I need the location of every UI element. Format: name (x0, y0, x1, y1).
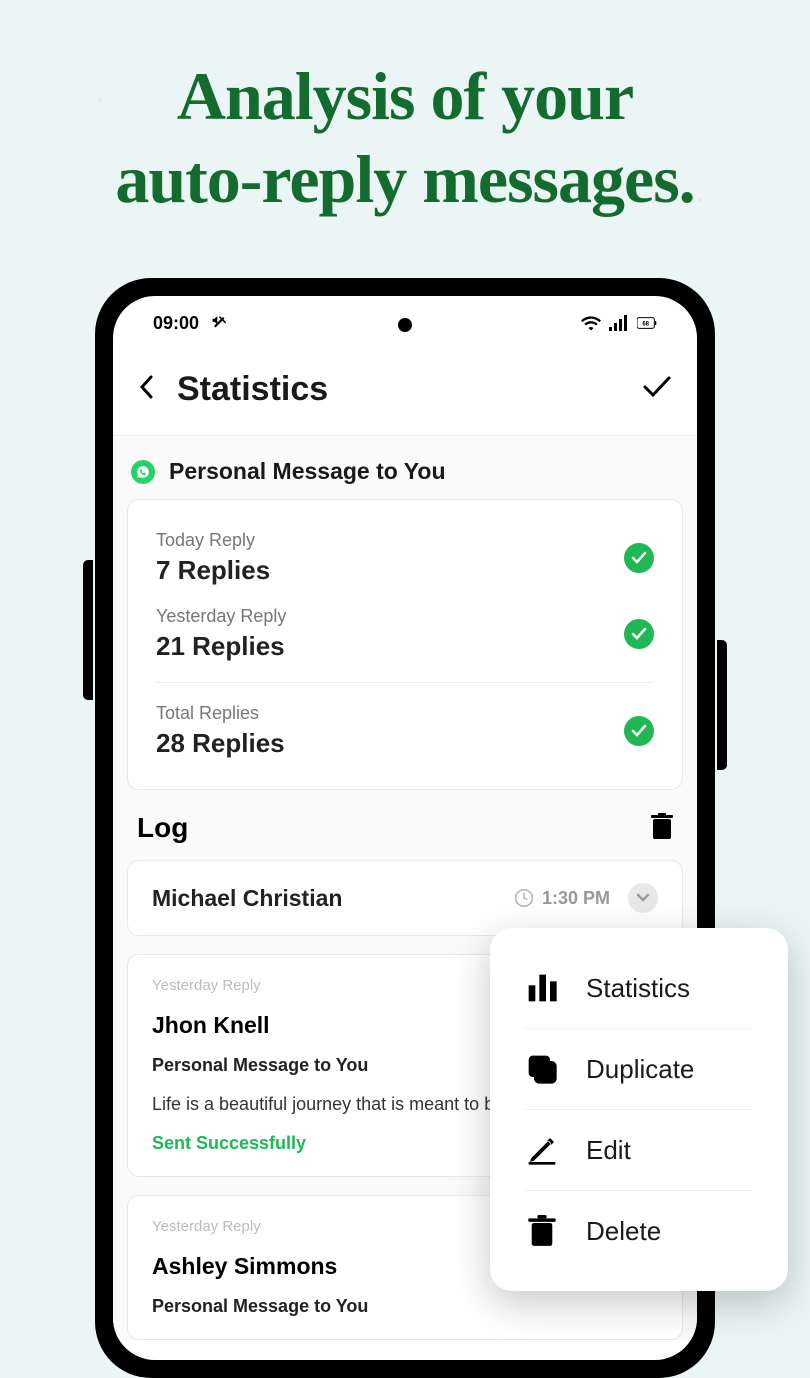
clear-log-button[interactable] (651, 813, 673, 844)
menu-item-edit[interactable]: Edit (526, 1109, 752, 1190)
edit-icon (526, 1134, 558, 1166)
check-icon (631, 724, 647, 738)
headline-line1: Analysis of your (177, 58, 633, 134)
menu-label: Statistics (586, 973, 690, 1004)
stats-card: Today Reply 7 Replies Yesterday Reply 21… (127, 499, 683, 790)
page-title: Statistics (177, 370, 328, 409)
stat-today-row: Today Reply 7 Replies (156, 520, 654, 596)
back-button[interactable] (139, 374, 153, 406)
context-menu: Statistics Duplicate Edit Delete (490, 928, 788, 1291)
signal-icon (609, 315, 629, 331)
log-item-time: 1:30 PM (514, 888, 610, 909)
check-badge (624, 543, 654, 573)
check-badge (624, 716, 654, 746)
stat-today-value: 7 Replies (156, 555, 270, 586)
menu-label: Edit (586, 1135, 631, 1166)
log-subject: Personal Message to You (152, 1296, 658, 1317)
promo-headline: Analysis of your auto-reply messages. (0, 55, 810, 221)
check-icon (631, 551, 647, 565)
log-item-collapsed[interactable]: Michael Christian 1:30 PM (127, 860, 683, 936)
phone-side-button-right (717, 640, 727, 770)
divider (156, 682, 654, 683)
clock-icon (514, 888, 534, 908)
check-icon (631, 627, 647, 641)
stat-total-label: Total Replies (156, 703, 285, 724)
confirm-button[interactable] (643, 376, 671, 403)
svg-text:68: 68 (642, 322, 649, 328)
stat-yesterday-row: Yesterday Reply 21 Replies (156, 596, 654, 672)
stat-today-label: Today Reply (156, 530, 270, 551)
log-item-name: Michael Christian (152, 885, 342, 912)
stat-yesterday-value: 21 Replies (156, 631, 286, 662)
section-title: Personal Message to You (169, 458, 446, 485)
duplicate-icon (526, 1053, 558, 1085)
stat-total-value: 28 Replies (156, 728, 285, 759)
chevron-left-icon (139, 375, 153, 399)
check-icon (643, 376, 671, 398)
camera-dot (398, 318, 412, 332)
log-header: Log (127, 790, 683, 860)
trash-icon (651, 813, 673, 839)
headline-line2: auto-reply messages. (115, 141, 694, 217)
phone-side-button-left (83, 560, 93, 700)
stat-total-row: Total Replies 28 Replies (156, 693, 654, 769)
trash-icon (526, 1215, 558, 1247)
expand-button[interactable] (628, 883, 658, 913)
menu-item-delete[interactable]: Delete (526, 1190, 752, 1271)
stat-yesterday-label: Yesterday Reply (156, 606, 286, 627)
menu-item-duplicate[interactable]: Duplicate (526, 1028, 752, 1109)
chevron-down-icon (636, 893, 650, 903)
status-time: 09:00 (153, 313, 199, 334)
log-title: Log (137, 812, 188, 844)
mute-icon (211, 314, 229, 332)
menu-label: Duplicate (586, 1054, 694, 1085)
wifi-icon (581, 315, 601, 331)
whatsapp-icon (131, 460, 155, 484)
section-header: Personal Message to You (127, 454, 683, 499)
battery-icon: 68 (637, 315, 657, 331)
log-time-text: 1:30 PM (542, 888, 610, 909)
app-header: Statistics (113, 350, 697, 436)
bar-chart-icon (526, 972, 558, 1004)
menu-label: Delete (586, 1216, 661, 1247)
menu-item-statistics[interactable]: Statistics (526, 948, 752, 1028)
check-badge (624, 619, 654, 649)
